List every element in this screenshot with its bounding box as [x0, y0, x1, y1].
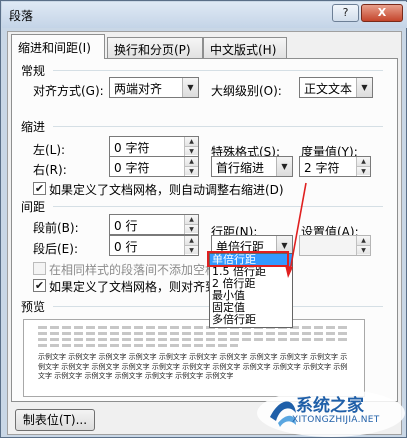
preview-line — [38, 326, 350, 329]
caret-up-icon[interactable]: ▲ — [185, 215, 198, 224]
paragraph-dialog: 段落 ? X 缩进和间距(I) 换行和分页(P) 中文版式(H) 常规 对齐方式… — [0, 0, 407, 438]
preview-line — [38, 338, 350, 341]
auto-adjust-indent-label[interactable]: 如果定义了文档网格，则自动调整右缩进(D) — [49, 181, 284, 198]
space-after-value: 0 行 — [114, 240, 138, 254]
indent-section-title: 缩进 — [21, 120, 46, 134]
indent-divider — [53, 126, 383, 127]
title-bar: 段落 ? X — [2, 2, 407, 28]
caret-down-icon[interactable]: ▼ — [185, 245, 198, 254]
line-spacing-at-stepper: ▲ ▼ — [356, 236, 370, 255]
preview-line — [38, 344, 238, 347]
general-section-title: 常规 — [21, 64, 46, 78]
preview-sample-text: 示例文字 示例文字 示例文字 示例文字 示例文字 示例文字 示例文字 示例文字 … — [38, 353, 348, 380]
caret-down-icon: ▼ — [357, 245, 370, 254]
special-indent-select[interactable]: 首行缩进 ▼ — [211, 156, 293, 177]
caret-down-icon[interactable]: ▼ — [185, 166, 198, 175]
caret-up-icon[interactable]: ▲ — [185, 157, 198, 166]
indent-by-stepper[interactable]: ▲ ▼ — [356, 157, 370, 176]
snap-to-grid-checkbox[interactable]: ✔ — [33, 279, 46, 292]
space-before-stepper[interactable]: ▲ ▼ — [184, 215, 198, 234]
watermark-title: 系统之家 — [296, 396, 364, 416]
line-spacing-option[interactable]: 多倍行距 — [210, 314, 292, 326]
space-before-input[interactable]: 0 行 ▲ ▼ — [109, 214, 199, 235]
caret-up-icon[interactable]: ▲ — [185, 137, 198, 146]
preview-box: 示例文字 示例文字 示例文字 示例文字 示例文字 示例文字 示例文字 示例文字 … — [23, 319, 365, 397]
indent-right-stepper[interactable]: ▲ ▼ — [184, 157, 198, 176]
caret-down-icon[interactable]: ▼ — [185, 224, 198, 233]
chevron-down-icon: ▼ — [356, 78, 372, 97]
close-button[interactable]: X — [361, 4, 403, 22]
no-space-same-style-checkbox — [33, 262, 46, 275]
spacing-section-title: 间距 — [21, 200, 46, 214]
alignment-label: 对齐方式(G): — [33, 84, 104, 98]
outline-level-value: 正文文本 — [304, 82, 353, 96]
indent-right-input[interactable]: 0 字符 ▲ ▼ — [109, 156, 199, 177]
chevron-down-icon: ▼ — [182, 78, 198, 97]
general-divider — [53, 70, 383, 71]
indent-by-input[interactable]: 2 字符 ▲ ▼ — [299, 156, 371, 177]
tabs-button[interactable]: 制表位(T)... — [15, 409, 95, 431]
indent-left-label: 左(L): — [33, 143, 66, 157]
space-after-input[interactable]: 0 行 ▲ ▼ — [109, 235, 199, 256]
help-button[interactable]: ? — [332, 4, 359, 22]
caret-up-icon[interactable]: ▲ — [185, 236, 198, 245]
tab-indent-spacing[interactable]: 缩进和间距(I) — [11, 34, 105, 59]
indent-left-stepper[interactable]: ▲ ▼ — [184, 137, 198, 156]
chevron-down-icon: ▼ — [276, 157, 292, 176]
outline-level-select[interactable]: 正文文本 ▼ — [299, 77, 373, 98]
preview-line — [38, 332, 350, 335]
preview-section-title: 预览 — [21, 300, 46, 314]
dialog-title: 段落 — [9, 9, 34, 23]
indent-left-value: 0 字符 — [114, 141, 150, 155]
space-before-value: 0 行 — [114, 219, 138, 233]
alignment-value: 两端对齐 — [114, 82, 163, 96]
indent-by-value: 2 字符 — [304, 161, 340, 175]
alignment-select[interactable]: 两端对齐 ▼ — [109, 77, 199, 98]
tab-asian-typography[interactable]: 中文版式(H) — [203, 37, 287, 58]
caret-up-icon: ▲ — [357, 236, 370, 245]
indent-right-value: 0 字符 — [114, 161, 150, 175]
space-after-stepper[interactable]: ▲ ▼ — [184, 236, 198, 255]
caret-down-icon[interactable]: ▼ — [357, 166, 370, 175]
indent-left-input[interactable]: 0 字符 ▲ ▼ — [109, 136, 199, 157]
tab-line-page-breaks[interactable]: 换行和分页(P) — [107, 37, 203, 58]
space-after-label: 段后(E): — [33, 242, 78, 256]
special-indent-value: 首行缩进 — [216, 161, 265, 175]
caret-down-icon[interactable]: ▼ — [185, 146, 198, 155]
indent-right-label: 右(R): — [33, 163, 67, 177]
caret-up-icon[interactable]: ▲ — [357, 157, 370, 166]
watermark-url: XITONGZHIJIA.NET — [292, 415, 380, 425]
spacing-divider — [53, 206, 383, 207]
outline-level-label: 大纲级别(O): — [211, 84, 282, 98]
space-before-label: 段前(B): — [33, 221, 79, 235]
auto-adjust-indent-checkbox[interactable]: ✔ — [33, 182, 46, 195]
annotation-arrow-icon — [285, 182, 307, 278]
